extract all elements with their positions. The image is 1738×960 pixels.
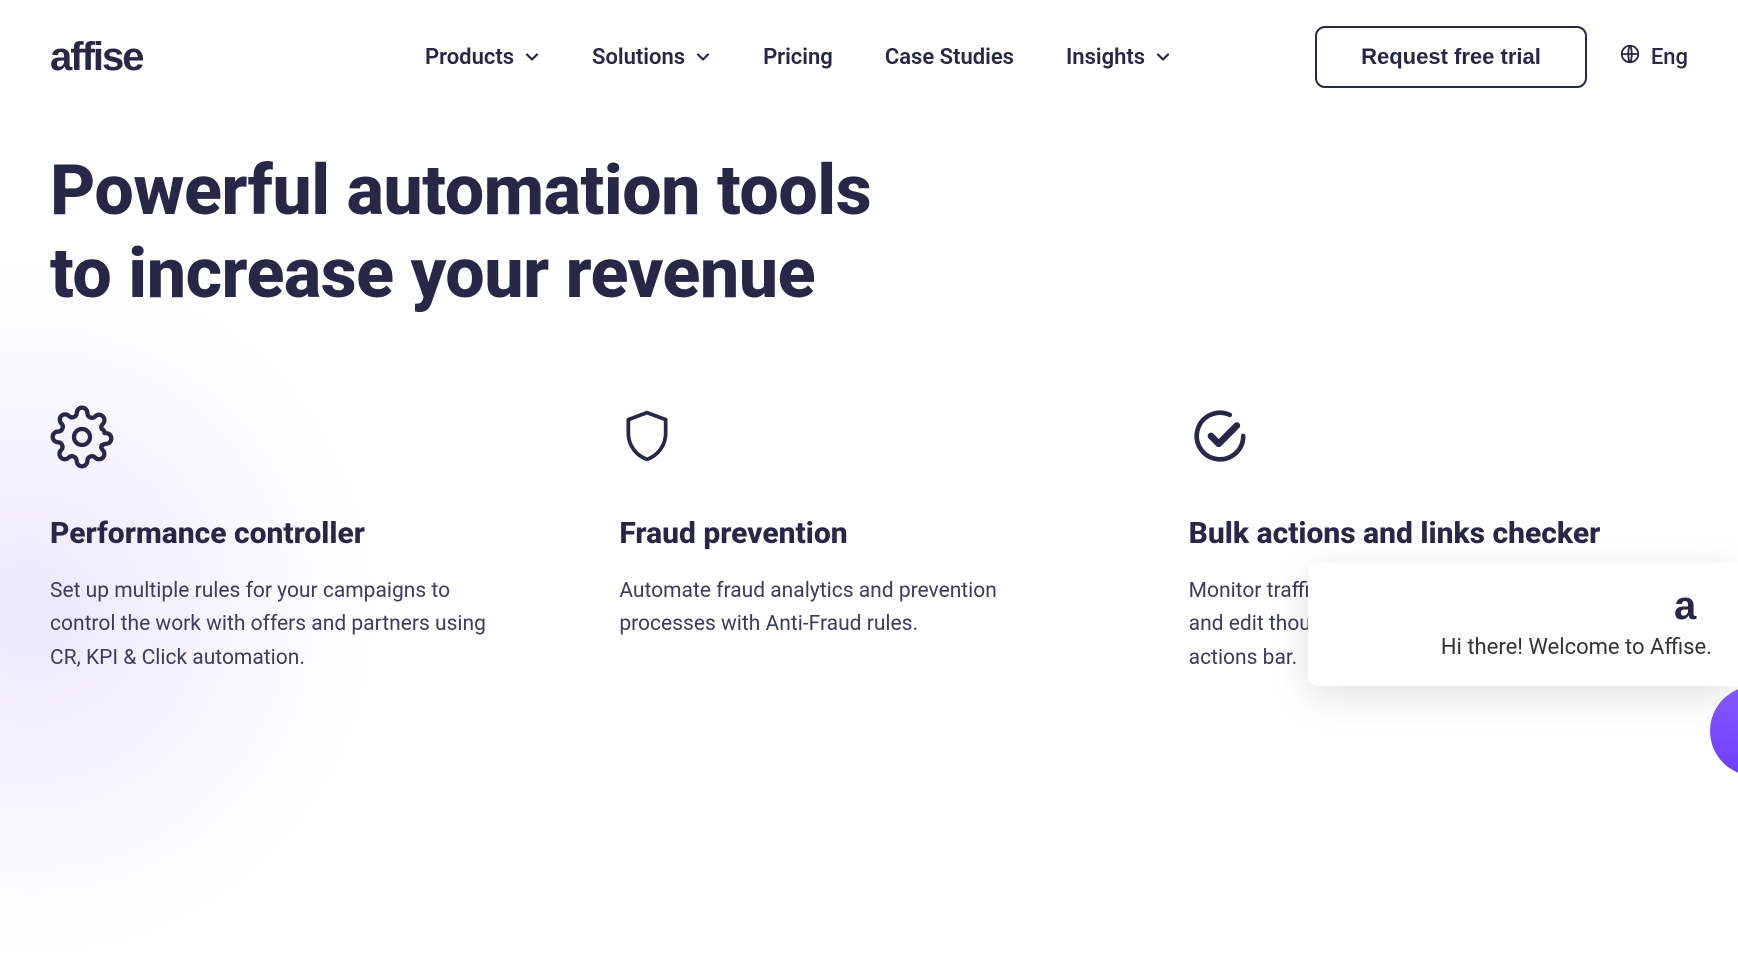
feature-body: Set up multiple rules for your campaigns…	[50, 575, 490, 676]
feature-body: Automate fraud analytics and prevention …	[619, 575, 1059, 642]
feature-title: Performance controller	[50, 515, 490, 553]
nav-label: Pricing	[763, 45, 833, 70]
chevron-down-icon	[524, 49, 540, 65]
nav-products[interactable]: Products	[425, 45, 540, 70]
logo[interactable]: affise	[50, 36, 200, 78]
gear-icon	[50, 405, 490, 475]
primary-nav: Products Solutions Pricing Case Studies …	[425, 45, 1171, 70]
logo-wordmark: affise	[50, 36, 200, 78]
hero-title: Powerful automation tools to increase yo…	[50, 150, 1688, 315]
chat-message: Hi there! Welcome to Affise.	[1334, 635, 1712, 660]
nav-solutions[interactable]: Solutions	[592, 45, 711, 70]
language-selector[interactable]: Eng	[1619, 43, 1688, 71]
site-header: affise Products Solutions Pricing Case S…	[0, 0, 1738, 88]
nav-label: Insights	[1066, 45, 1145, 70]
nav-insights[interactable]: Insights	[1066, 45, 1171, 70]
chevron-down-icon	[695, 49, 711, 65]
feature-title: Fraud prevention	[619, 515, 1059, 553]
globe-icon	[1619, 43, 1641, 71]
feature-performance-controller: Performance controller Set up multiple r…	[50, 405, 490, 675]
header-right: Request free trial Eng	[1315, 26, 1688, 88]
chevron-down-icon	[1155, 49, 1171, 65]
svg-text:affise: affise	[50, 36, 143, 78]
request-trial-button[interactable]: Request free trial	[1315, 26, 1587, 88]
nav-label: Products	[425, 45, 514, 70]
feature-fraud-prevention: Fraud prevention Automate fraud analytic…	[619, 405, 1059, 675]
chat-widget[interactable]: a Hi there! Welcome to Affise.	[1308, 563, 1738, 686]
feature-title: Bulk actions and links checker	[1189, 515, 1629, 553]
language-label: Eng	[1651, 45, 1688, 70]
nav-label: Case Studies	[885, 45, 1014, 70]
nav-label: Solutions	[592, 45, 685, 70]
nav-case-studies[interactable]: Case Studies	[885, 45, 1014, 70]
svg-text:a: a	[1674, 585, 1697, 627]
chat-brand-icon: a	[1334, 585, 1712, 627]
shield-icon	[619, 405, 1059, 475]
hero-title-line1: Powerful automation tools	[50, 150, 871, 232]
nav-pricing[interactable]: Pricing	[763, 45, 833, 70]
chat-launcher-button[interactable]	[1710, 686, 1738, 776]
check-circle-icon	[1189, 405, 1629, 475]
hero: Powerful automation tools to increase yo…	[0, 88, 1738, 315]
hero-title-line2: to increase your revenue	[50, 233, 815, 315]
